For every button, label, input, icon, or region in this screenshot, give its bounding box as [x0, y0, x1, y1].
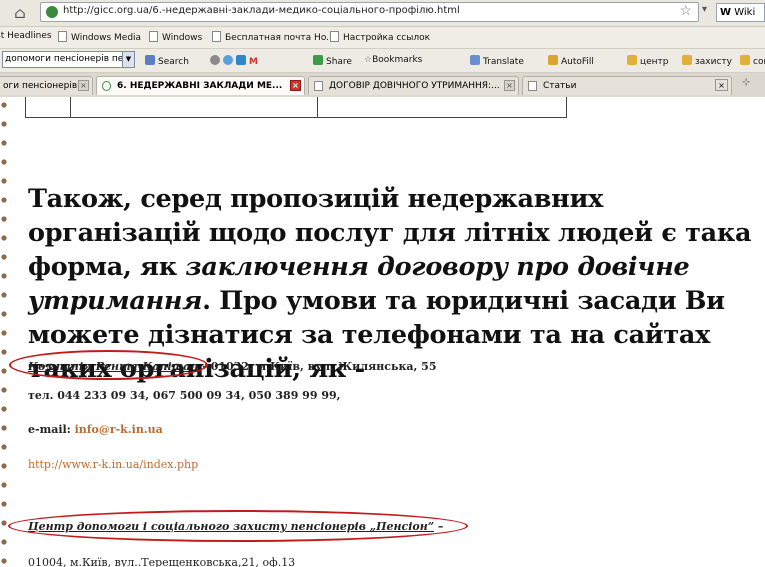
bookmark-item[interactable]: Windows: [149, 31, 202, 43]
close-icon[interactable]: ×: [504, 80, 515, 91]
page-content: Також, серед пропозицій недержавних орга…: [0, 97, 765, 567]
search-engine-label: Wiki: [734, 7, 756, 18]
page-icon: [330, 31, 339, 42]
close-icon[interactable]: ×: [78, 80, 89, 91]
bookmark-item[interactable]: Windows Media: [58, 31, 141, 43]
org1-email-link[interactable]: info@r-k.in.ua: [75, 423, 163, 436]
close-icon[interactable]: ×: [290, 80, 301, 91]
tab-active[interactable]: 6. НЕДЕРЖАВНІ ЗАКЛАДИ МЕ... ×: [96, 76, 305, 95]
bookmark-item[interactable]: st Headlines: [0, 31, 52, 41]
addon-toolbar: допомоги пенсіонерів пенсіо ▼ Search M Sh…: [0, 49, 765, 73]
site-favicon: [102, 81, 111, 91]
table-fragment: [25, 97, 567, 118]
bookmarks-button[interactable]: ☆Bookmarks: [364, 55, 422, 65]
bookmarks-bar: st Headlines Windows Media Windows Беспл…: [0, 27, 765, 49]
red-ellipse-annotation: [9, 350, 208, 380]
share-button[interactable]: Share: [313, 55, 352, 67]
bookmark-item[interactable]: Настройка ссылок: [330, 31, 430, 43]
url-text: http://gicc.org.ua/6.-недержавні-заклади…: [63, 5, 460, 16]
org1-website-link[interactable]: http://www.r-k.in.ua/index.php: [28, 458, 198, 471]
org1-email-line: e-mail: info@r-k.in.ua: [28, 423, 163, 436]
search-term-social[interactable]: соц: [740, 55, 765, 67]
autofill-button[interactable]: AutoFill: [548, 55, 594, 67]
page-icon: [212, 31, 221, 42]
org1-address: - 01032, м.Київ, вул. Жилянська, 55: [198, 360, 437, 373]
toolbar-icons[interactable]: M: [210, 55, 258, 67]
chevron-down-icon[interactable]: ▼: [122, 52, 134, 67]
toolbar-search-select[interactable]: допомоги пенсіонерів пенсіо ▼: [2, 51, 135, 68]
search-engine-box[interactable]: W Wiki: [716, 3, 765, 22]
org2-address: 01004, м.Київ, вул..Терещенковська,21, о…: [28, 556, 296, 567]
red-ellipse-annotation: [8, 510, 468, 542]
tab-4[interactable]: Статьи ×: [522, 76, 732, 95]
address-bar[interactable]: http://gicc.org.ua/6.-недержавні-заклади…: [40, 2, 699, 22]
bookmark-star-icon[interactable]: ☆: [679, 3, 692, 19]
list-all-tabs-icon[interactable]: ⊹: [742, 77, 750, 88]
page-icon: [314, 81, 323, 91]
tab-3[interactable]: ДОГОВІР ДОВІЧНОГО УТРИМАННЯ:... ×: [308, 76, 519, 95]
search-button[interactable]: Search: [145, 55, 189, 67]
notebook-rings: [1, 102, 7, 564]
translate-button[interactable]: Translate: [470, 55, 524, 67]
tab-1[interactable]: оги пенсіонерів ... ×: [0, 76, 93, 95]
navigation-bar: ⌂ http://gicc.org.ua/6.-недержавні-закла…: [0, 0, 765, 27]
new-tab-icon[interactable]: ×: [715, 79, 728, 91]
url-dropdown-icon[interactable]: ▾: [702, 4, 707, 15]
page-icon: [58, 31, 67, 42]
browser-chrome: ⌂ http://gicc.org.ua/6.-недержавні-закла…: [0, 0, 765, 98]
page-icon: [149, 31, 158, 42]
home-icon[interactable]: ⌂: [11, 4, 29, 22]
org1-phones: тел. 044 233 09 34, 067 500 09 34, 050 3…: [28, 389, 341, 402]
bookmark-item[interactable]: Бесплатная почта Ho...: [212, 31, 335, 43]
search-icon: [145, 55, 155, 65]
tab-bar: оги пенсіонерів ... × 6. НЕДЕРЖАВНІ ЗАКЛ…: [0, 73, 765, 98]
page-icon: [528, 81, 537, 91]
search-term-protect[interactable]: захисту: [682, 55, 732, 67]
search-term-centre[interactable]: центр: [627, 55, 669, 67]
site-favicon: [46, 6, 58, 18]
